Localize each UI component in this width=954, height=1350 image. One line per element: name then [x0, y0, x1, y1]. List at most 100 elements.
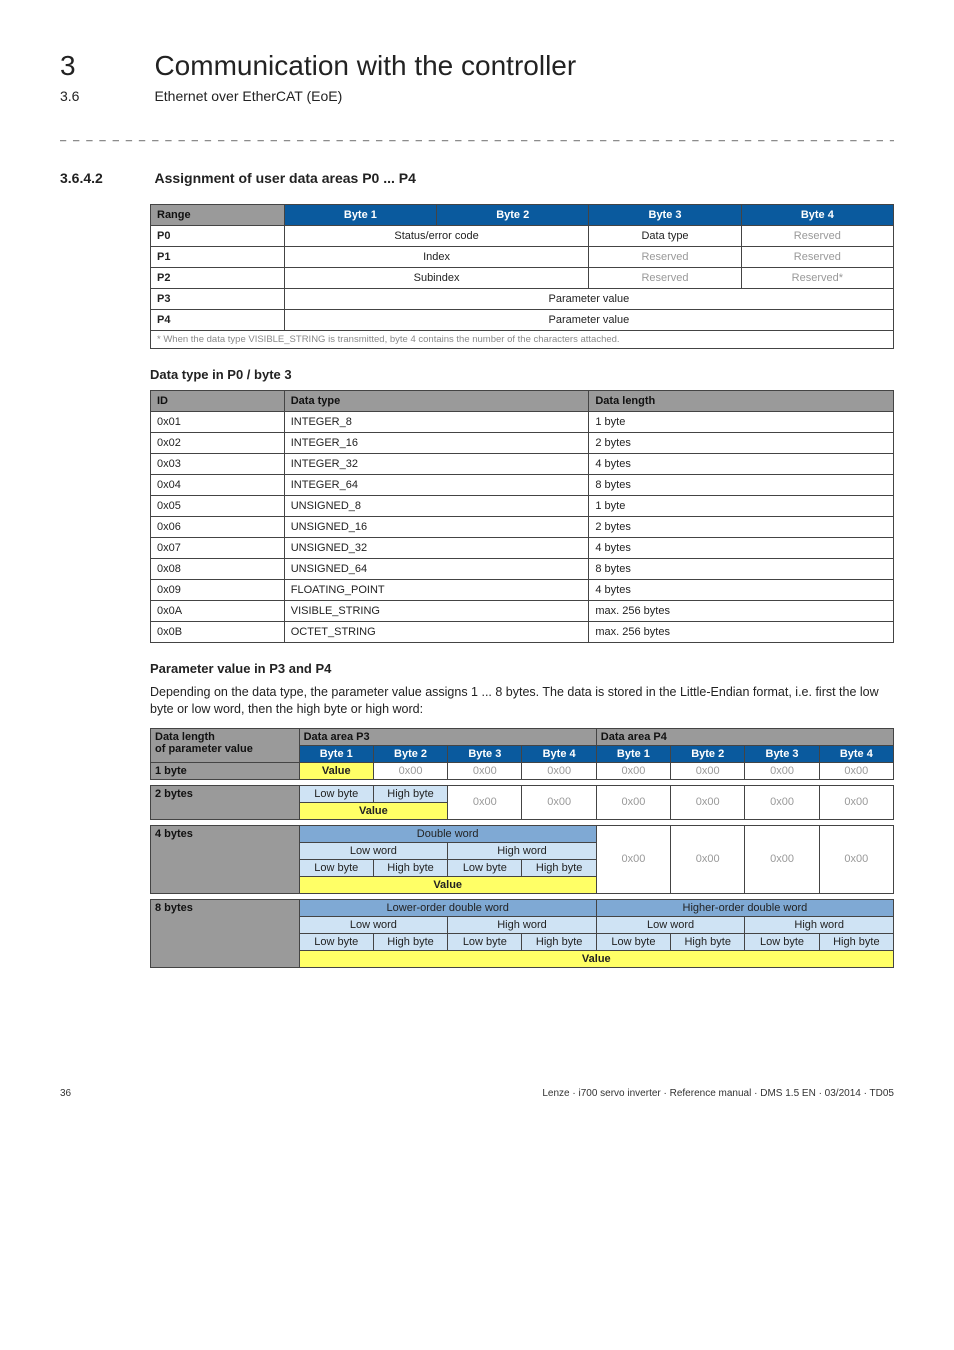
table-cell: High word [448, 842, 597, 859]
table-cell: OCTET_STRING [284, 622, 589, 643]
table-cell: Status/error code [284, 226, 589, 247]
table-cell: Index [284, 247, 589, 268]
table-cell: Reserved* [741, 268, 893, 289]
table-cell: UNSIGNED_16 [284, 517, 589, 538]
table-cell: 0x00 [745, 825, 819, 893]
table-cell: 2 bytes [151, 785, 300, 819]
table-cell: max. 256 bytes [589, 601, 894, 622]
col0-line1: Data length [155, 731, 215, 743]
table-cell: High byte [373, 785, 447, 802]
table-cell: 4 bytes [151, 825, 300, 893]
table-cell: 0x05 [151, 496, 285, 517]
table-header: Byte 1 [284, 205, 436, 226]
table-cell: 4 bytes [589, 580, 894, 601]
table-cell: 0x00 [671, 825, 745, 893]
table-header: Data length [589, 391, 894, 412]
table-cell: Low byte [299, 785, 373, 802]
table-row: 1 byte Value 0x00 0x00 0x00 0x00 0x00 0x… [151, 762, 894, 779]
table-row: Range Byte 1 Byte 2 Byte 3 Byte 4 [151, 205, 894, 226]
table-cell: Reserved [589, 268, 741, 289]
paramvalue-heading: Parameter value in P3 and P4 [150, 661, 894, 676]
table-cell: Lower-order double word [299, 899, 596, 916]
table-cell: Value [299, 762, 373, 779]
table-cell: Low byte [448, 859, 522, 876]
table-row: 0x08UNSIGNED_648 bytes [151, 559, 894, 580]
table-cell: UNSIGNED_8 [284, 496, 589, 517]
table-row: 0x0BOCTET_STRINGmax. 256 bytes [151, 622, 894, 643]
table-cell: Double word [299, 825, 596, 842]
table-header: ID [151, 391, 285, 412]
table-row: 0x0AVISIBLE_STRINGmax. 256 bytes [151, 601, 894, 622]
table-cell: High byte [522, 859, 596, 876]
table-row: 0x01INTEGER_81 byte [151, 412, 894, 433]
table-cell: 8 bytes [151, 899, 300, 967]
table-cell: Low byte [596, 933, 670, 950]
table-cell: 0x00 [373, 762, 447, 779]
table-cell: INTEGER_16 [284, 433, 589, 454]
table-cell: 2 bytes [589, 517, 894, 538]
table-row: 2 bytes Low byte High byte 0x00 0x00 0x0… [151, 785, 894, 802]
table-cell: P3 [151, 289, 285, 310]
table-row: 0x03INTEGER_324 bytes [151, 454, 894, 475]
table-cell: 0x00 [819, 785, 893, 819]
table-header: Byte 2 [671, 745, 745, 762]
table-cell: 0x04 [151, 475, 285, 496]
table-footnote: * When the data type VISIBLE_STRING is t… [151, 331, 894, 349]
table-cell: INTEGER_64 [284, 475, 589, 496]
table-cell: INTEGER_8 [284, 412, 589, 433]
table-header: Range [151, 205, 285, 226]
table-row: P4 Parameter value [151, 310, 894, 331]
table-header: Byte 3 [448, 745, 522, 762]
table-cell: High byte [373, 933, 447, 950]
table-cell: 0x00 [522, 762, 596, 779]
table-row: Data length of parameter value Data area… [151, 728, 894, 745]
table-cell: 0x08 [151, 559, 285, 580]
section-header: 3.6 Ethernet over EtherCAT (EoE) [60, 82, 894, 106]
subsection-title: Assignment of user data areas P0 ... P4 [154, 170, 415, 186]
table-paramvalue: Data length of parameter value Data area… [150, 728, 894, 968]
table-cell: Parameter value [284, 289, 893, 310]
table-cell: Low word [299, 916, 448, 933]
table-header: Byte 4 [819, 745, 893, 762]
table-cell: Reserved [741, 247, 893, 268]
subsection-number: 3.6.4.2 [60, 170, 150, 186]
table-header: Data area P3 [299, 728, 596, 745]
table-cell: Reserved [741, 226, 893, 247]
section-title: Ethernet over EtherCAT (EoE) [154, 88, 342, 104]
table-cell: Value [299, 950, 893, 967]
table-header: Byte 1 [299, 745, 373, 762]
table-cell: Reserved [589, 247, 741, 268]
table-row: 0x02INTEGER_162 bytes [151, 433, 894, 454]
table-header: Byte 3 [745, 745, 819, 762]
table-cell: Data type [589, 226, 741, 247]
table-row: 0x06UNSIGNED_162 bytes [151, 517, 894, 538]
table-cell: 8 bytes [589, 559, 894, 580]
col0-line2: of parameter value [155, 743, 253, 755]
table-cell: 0x09 [151, 580, 285, 601]
table-cell: * When the data type VISIBLE_STRING is t… [151, 331, 894, 349]
page-number: 36 [60, 1088, 71, 1099]
table-row: 0x05UNSIGNED_81 byte [151, 496, 894, 517]
table-cell: 0x00 [671, 785, 745, 819]
footer-right: Lenze · i700 servo inverter · Reference … [542, 1088, 894, 1099]
table-cell: 0x00 [522, 785, 596, 819]
table-row: P3 Parameter value [151, 289, 894, 310]
table-cell: 4 bytes [589, 454, 894, 475]
table-cell: 0x06 [151, 517, 285, 538]
table-cell: Subindex [284, 268, 589, 289]
table-cell: FLOATING_POINT [284, 580, 589, 601]
table-cell: INTEGER_32 [284, 454, 589, 475]
table-header: Data area P4 [596, 728, 893, 745]
table-header: Byte 2 [437, 205, 589, 226]
subsection-header: 3.6.4.2 Assignment of user data areas P0… [60, 170, 894, 188]
table-cell: P2 [151, 268, 285, 289]
table-cell: P1 [151, 247, 285, 268]
table-cell: 0x00 [745, 785, 819, 819]
table-cell: 0x07 [151, 538, 285, 559]
paramvalue-text: Depending on the data type, the paramete… [150, 684, 894, 718]
table-cell: High byte [671, 933, 745, 950]
table-cell: 0x01 [151, 412, 285, 433]
table-cell: P4 [151, 310, 285, 331]
table-cell: 0x00 [745, 762, 819, 779]
table-cell: 0x0B [151, 622, 285, 643]
